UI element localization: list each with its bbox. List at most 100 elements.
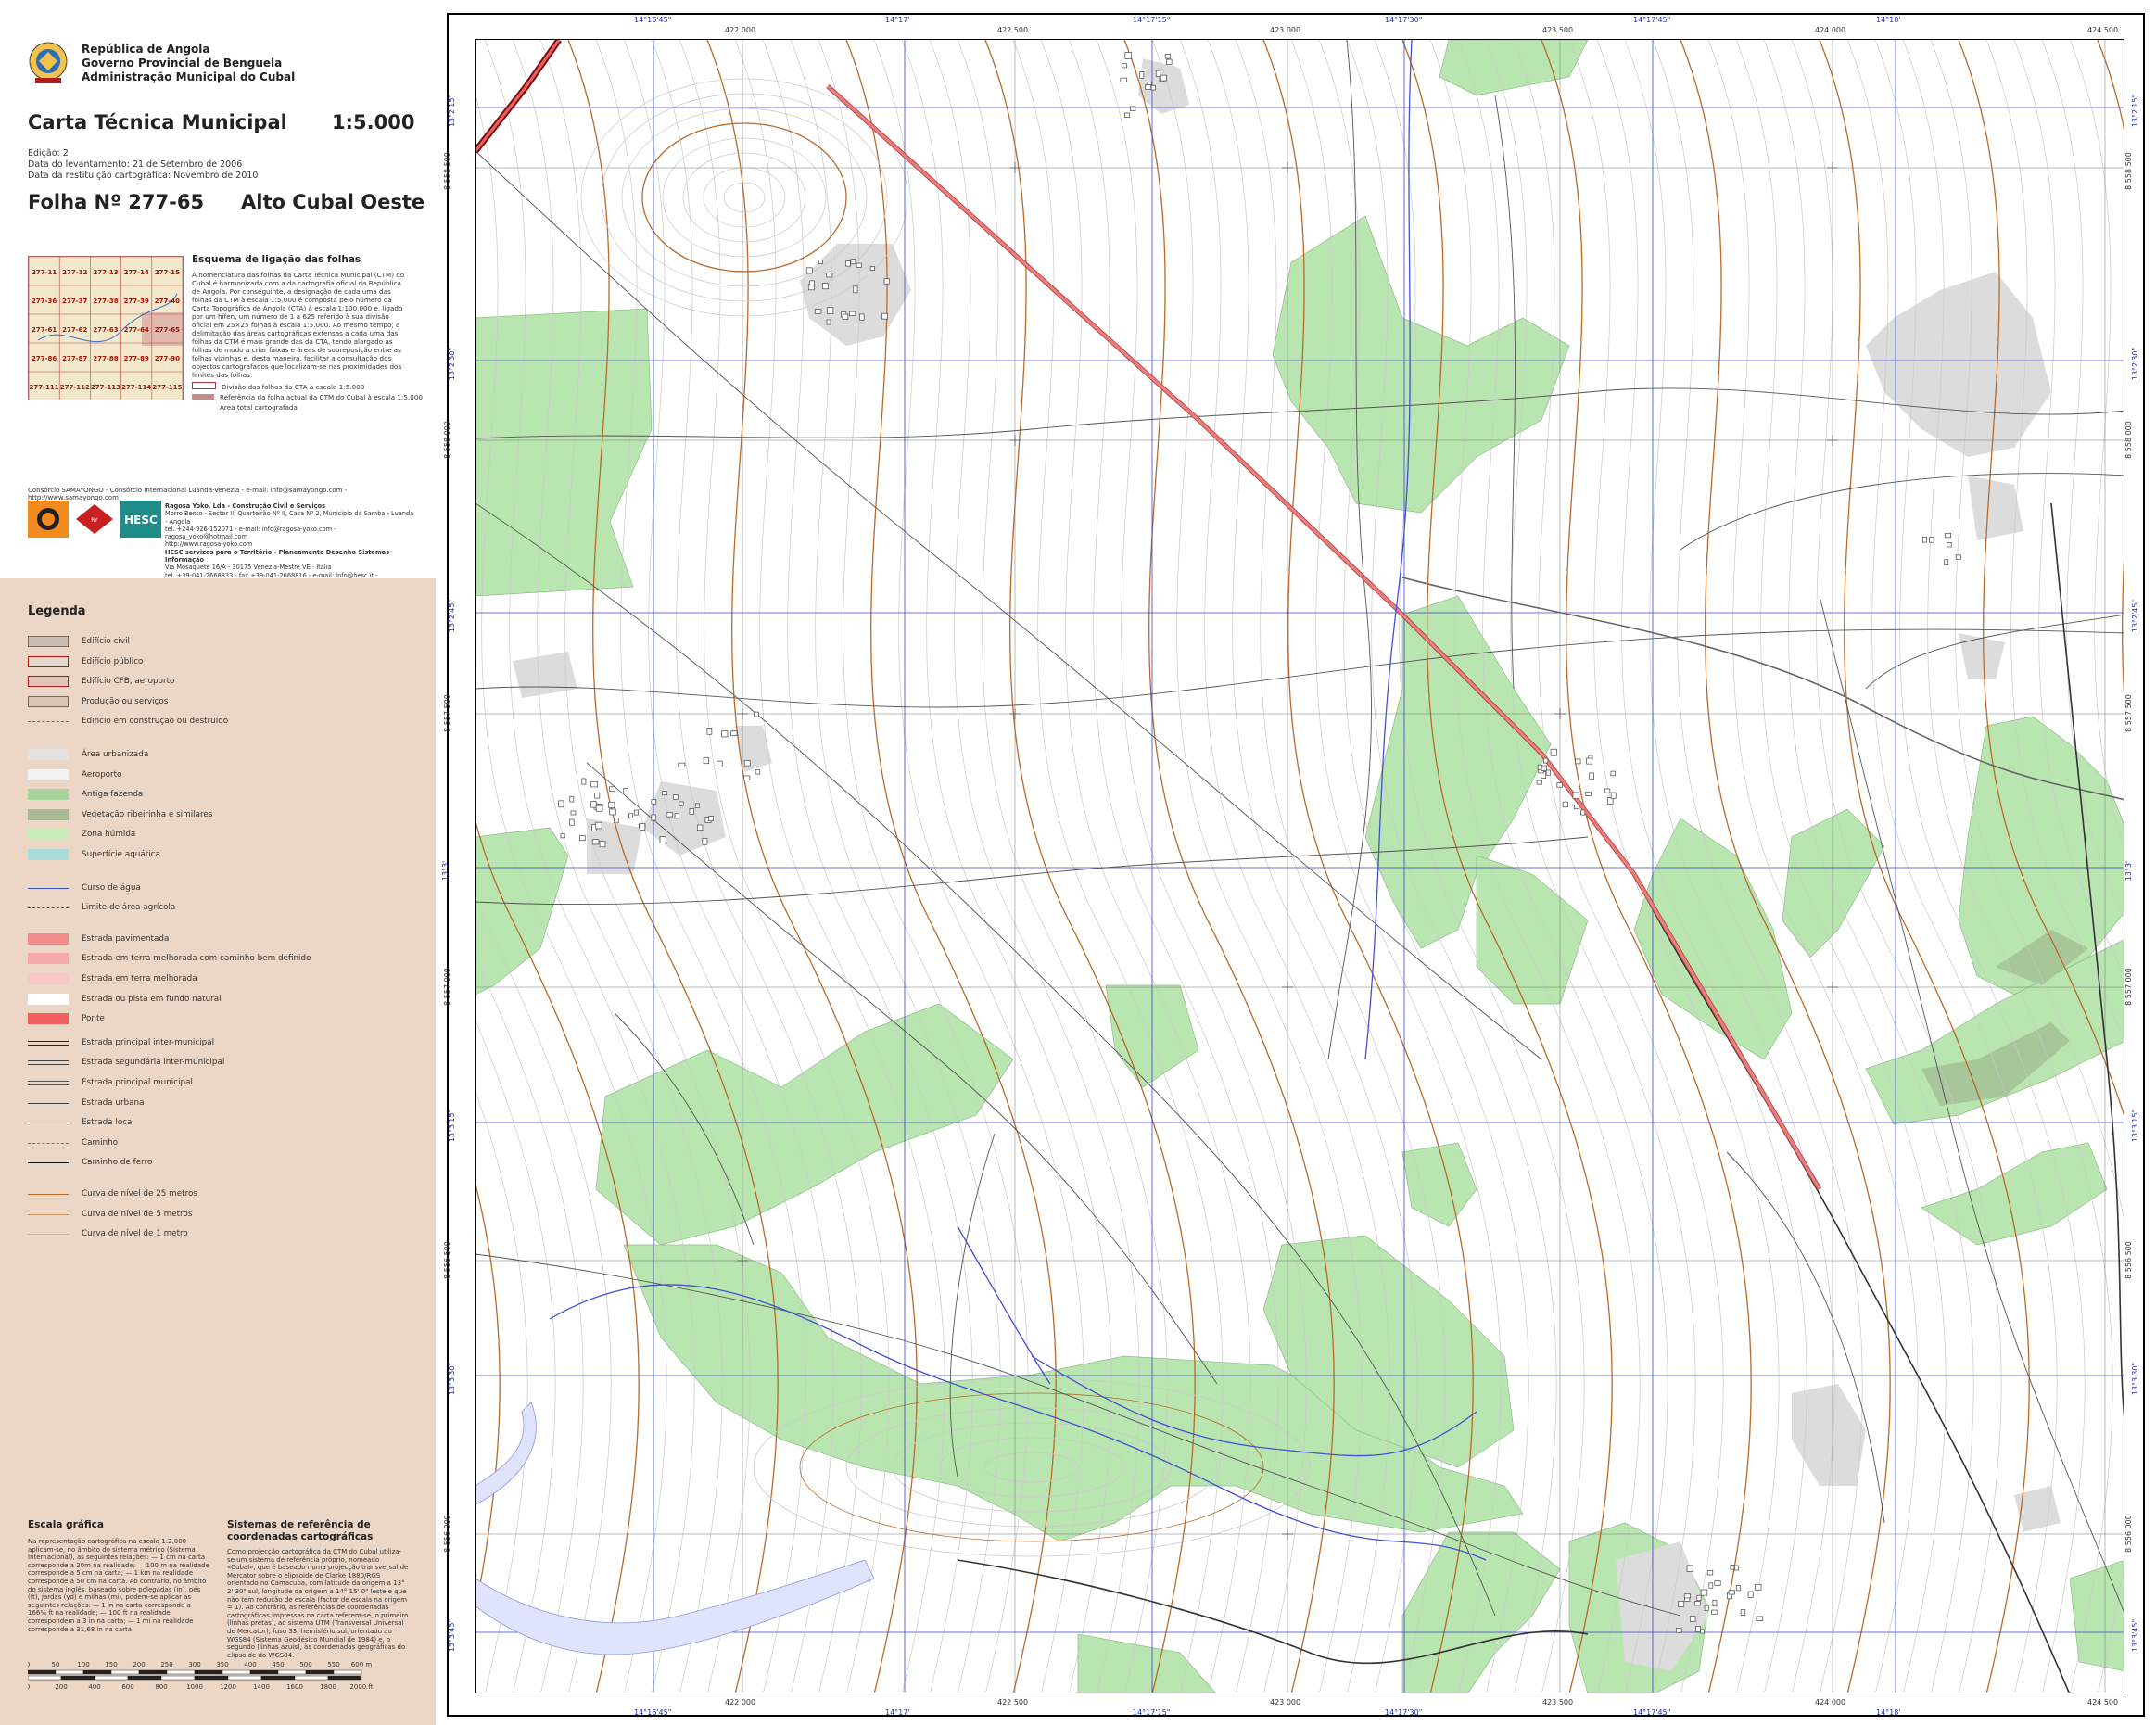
bottom-utm-label: 423 500 — [1542, 1698, 1574, 1706]
index-description: A nomenclatura das folhas da Carta Técni… — [192, 271, 405, 379]
scale-tick-metric: 350 — [216, 1661, 228, 1668]
building — [1150, 84, 1156, 91]
bottom-geo-label: 14°17'45" — [1633, 1708, 1671, 1717]
right-utm-label: 8 556 000 — [2124, 1515, 2133, 1553]
building — [1945, 532, 1952, 539]
contact-line: Morro Bento - Sector II, Quarteirão Nº I… — [165, 510, 414, 526]
scale-section-title: Escala gráfica — [28, 1519, 104, 1530]
building — [599, 840, 606, 848]
left-geo-label: 13°2'45" — [448, 599, 457, 633]
left-geo-label: 13°3'30" — [448, 1362, 457, 1396]
urbanized-area — [735, 726, 772, 772]
scale-tick-metric: 250 — [160, 1661, 172, 1668]
legend-label: Estrada ou pista em fundo natural — [82, 994, 222, 1004]
legend-item: Edifício público — [28, 655, 417, 669]
left-geo-label: 13°2'30" — [448, 347, 457, 381]
vegetation-area — [1476, 855, 1589, 1005]
top-utm-label: 424 000 — [1815, 26, 1846, 34]
building — [1155, 70, 1161, 77]
scale-tick-metric: 150 — [105, 1661, 117, 1668]
legend-symbol — [28, 1188, 69, 1199]
building — [754, 711, 759, 717]
building — [1536, 780, 1542, 785]
legend-label: Estrada principal inter-municipal — [82, 1037, 215, 1047]
legend-item: Curva de nível de 5 metros — [28, 1209, 417, 1222]
angola-emblem-icon — [29, 42, 68, 83]
legend-item: Estrada pavimentada — [28, 932, 417, 946]
restitution-date: Data da restituição cartográfica: Novemb… — [28, 171, 259, 181]
legend-symbol — [28, 1037, 69, 1048]
building — [869, 266, 875, 271]
legend-symbol — [28, 1013, 69, 1025]
right-geo-label: 13°3'45" — [2131, 1618, 2140, 1653]
legend-label: Edifício público — [82, 656, 144, 666]
legend-symbol — [28, 973, 69, 984]
legend-label: Curva de nível de 25 metros — [82, 1189, 197, 1199]
map-title: Carta Técnica Municipal — [28, 111, 287, 133]
building — [623, 788, 629, 794]
building — [1545, 769, 1551, 776]
building — [672, 794, 679, 800]
building — [814, 309, 822, 314]
legend-item: Superfície aquática — [28, 849, 417, 862]
building — [1696, 1594, 1702, 1602]
contact-line: http://www.ragosa-yoko.com — [165, 540, 253, 549]
building — [1714, 1580, 1721, 1586]
index-cell-label: 277-37 — [62, 298, 87, 305]
building — [743, 775, 751, 780]
building — [1708, 1582, 1714, 1589]
coord-section-text: Como projecção cartográfica da CTM do Cu… — [227, 1548, 409, 1659]
legend-label: Limite de área agrícola — [82, 903, 176, 913]
vegetation-area — [476, 827, 569, 996]
legend-title: Legenda — [28, 604, 86, 618]
contact-info: Ragosa Yoko, Lda - Construção Civil e Se… — [165, 502, 415, 587]
building — [1164, 54, 1172, 59]
left-utm-label: 8 557 000 — [442, 968, 451, 1006]
org-line-2: Governo Provincial de Benguela — [82, 57, 283, 70]
left-utm-label: 8 556 000 — [442, 1515, 451, 1553]
building — [850, 259, 856, 265]
survey-date: Data do levantamento: 21 de Setembro de … — [28, 159, 243, 170]
legend-label: Edifício CFB, aeroporto — [82, 677, 175, 687]
building — [805, 267, 813, 274]
building — [730, 730, 738, 737]
building — [678, 762, 686, 767]
scale-tick-metric: 200 — [133, 1661, 145, 1668]
legend-symbol — [28, 695, 69, 707]
right-utm-label: 8 557 500 — [2124, 694, 2133, 732]
scale-tick-feet: 800 — [155, 1683, 167, 1691]
building — [1747, 1591, 1754, 1598]
index-cell-label: 277-36 — [32, 298, 57, 305]
graphic-scale-bar: 0 50 100 150 200 250 300 350 400 450 500 550 600 m 0 2… — [28, 1661, 374, 1691]
legend-item: Curva de nível de 1 metro — [28, 1228, 417, 1241]
legend-label: Curso de água — [82, 882, 141, 893]
building — [1955, 554, 1961, 560]
building — [1130, 106, 1136, 111]
building — [1694, 1601, 1701, 1606]
svg-text:HESC: HESC — [124, 514, 158, 526]
map-canvas[interactable] — [476, 40, 2124, 1693]
building — [651, 814, 656, 821]
building — [1580, 809, 1586, 816]
index-cell-label: 277-39 — [124, 298, 149, 305]
vegetation-area — [1921, 1142, 2108, 1246]
index-cell-label: 277-63 — [93, 326, 118, 334]
building — [1755, 1583, 1762, 1591]
topographic-map[interactable] — [475, 39, 2124, 1693]
index-cell-label: 277-115 — [152, 384, 182, 391]
vegetation-area — [476, 308, 653, 597]
legend-symbol — [28, 1097, 69, 1109]
legend-symbol — [28, 1209, 69, 1220]
legend-symbol — [28, 882, 69, 894]
contact-line: Ragosa Yoko, Lda - Construção Civil e Se… — [165, 502, 326, 510]
building — [1740, 1609, 1746, 1617]
vegetation-area — [2069, 1560, 2124, 1671]
scale-section-text: Na representação cartográfica na escala … — [28, 1538, 209, 1633]
left-utm-label: 8 556 500 — [442, 1241, 451, 1279]
top-utm-label: 423 000 — [1270, 26, 1301, 34]
building — [666, 812, 674, 818]
building — [558, 800, 564, 808]
legend-label: Antiga fazenda — [82, 790, 144, 800]
urbanized-area — [513, 652, 577, 698]
building — [1730, 1565, 1735, 1570]
